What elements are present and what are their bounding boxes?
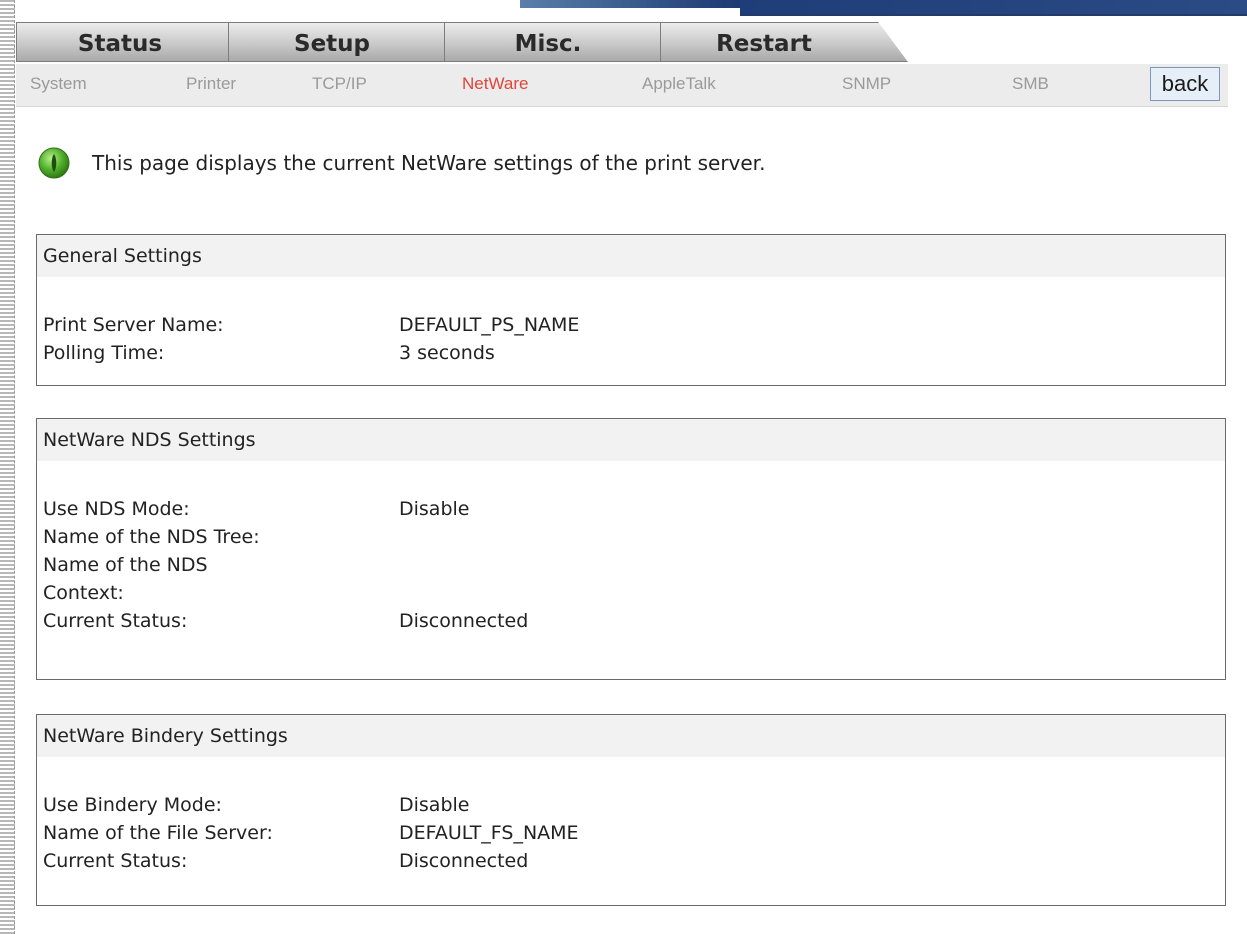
settings-row: Name of the NDS Tree: xyxy=(43,523,1219,551)
setting-value: DEFAULT_PS_NAME xyxy=(399,314,580,336)
intro-message: This page displays the current NetWare s… xyxy=(38,146,765,180)
tab-restart[interactable]: Restart xyxy=(660,22,908,62)
setting-label: Current Status: xyxy=(43,850,188,872)
settings-row: Current Status: Disconnected xyxy=(43,847,1219,875)
sub-nav-appletalk[interactable]: AppleTalk xyxy=(642,74,716,94)
settings-row: Current Status: Disconnected xyxy=(43,607,1219,635)
setting-value: Disconnected xyxy=(399,610,529,632)
setting-label: Name of the NDS Context: xyxy=(43,554,208,604)
setting-label: Use Bindery Mode: xyxy=(43,794,222,816)
panel-title: NetWare NDS Settings xyxy=(37,419,1225,461)
setting-label: Polling Time: xyxy=(43,342,165,364)
setting-value: 3 seconds xyxy=(399,342,495,364)
setting-value: DEFAULT_FS_NAME xyxy=(399,822,579,844)
settings-row: Name of the File Server: DEFAULT_FS_NAME xyxy=(43,819,1219,847)
settings-row: Polling Time: 3 seconds xyxy=(43,339,1219,367)
setting-value: Disable xyxy=(399,794,470,816)
setting-value: Disable xyxy=(399,498,470,520)
setting-value: Disconnected xyxy=(399,850,529,872)
settings-row: Name of the NDS Context: xyxy=(43,551,1219,607)
settings-row: Print Server Name: DEFAULT_PS_NAME xyxy=(43,311,1219,339)
setting-label: Current Status: xyxy=(43,610,188,632)
intro-text: This page displays the current NetWare s… xyxy=(92,151,766,175)
general-settings-panel: General Settings Print Server Name: DEFA… xyxy=(36,234,1226,386)
setting-label: Name of the NDS Tree: xyxy=(43,526,260,548)
back-button[interactable]: back xyxy=(1150,67,1220,101)
tab-misc[interactable]: Misc. xyxy=(444,22,692,62)
setting-label: Name of the File Server: xyxy=(43,822,273,844)
tab-status[interactable]: Status xyxy=(16,22,264,62)
banner-strip-dark xyxy=(740,0,1247,16)
green-info-icon xyxy=(38,147,70,179)
settings-row: Use NDS Mode: Disable xyxy=(43,495,1219,523)
settings-row: Use Bindery Mode: Disable xyxy=(43,791,1219,819)
sub-nav-smb[interactable]: SMB xyxy=(1012,74,1049,94)
nds-settings-panel: NetWare NDS Settings Use NDS Mode: Disab… xyxy=(36,418,1226,680)
panel-title: NetWare Bindery Settings xyxy=(37,715,1225,757)
sub-nav-snmp[interactable]: SNMP xyxy=(842,74,891,94)
sub-nav-system[interactable]: System xyxy=(30,74,87,94)
left-dotted-border xyxy=(0,0,15,934)
setting-label: Use NDS Mode: xyxy=(43,498,190,520)
sub-nav: System Printer TCP/IP NetWare AppleTalk … xyxy=(16,64,1228,107)
sub-nav-netware[interactable]: NetWare xyxy=(462,74,528,94)
panel-title: General Settings xyxy=(37,235,1225,277)
main-tabs: Status Setup Misc. Restart xyxy=(16,22,908,64)
bindery-settings-panel: NetWare Bindery Settings Use Bindery Mod… xyxy=(36,714,1226,906)
tab-setup[interactable]: Setup xyxy=(228,22,476,62)
setting-label: Print Server Name: xyxy=(43,314,224,336)
sub-nav-tcpip[interactable]: TCP/IP xyxy=(312,74,367,94)
sub-nav-printer[interactable]: Printer xyxy=(186,74,236,94)
